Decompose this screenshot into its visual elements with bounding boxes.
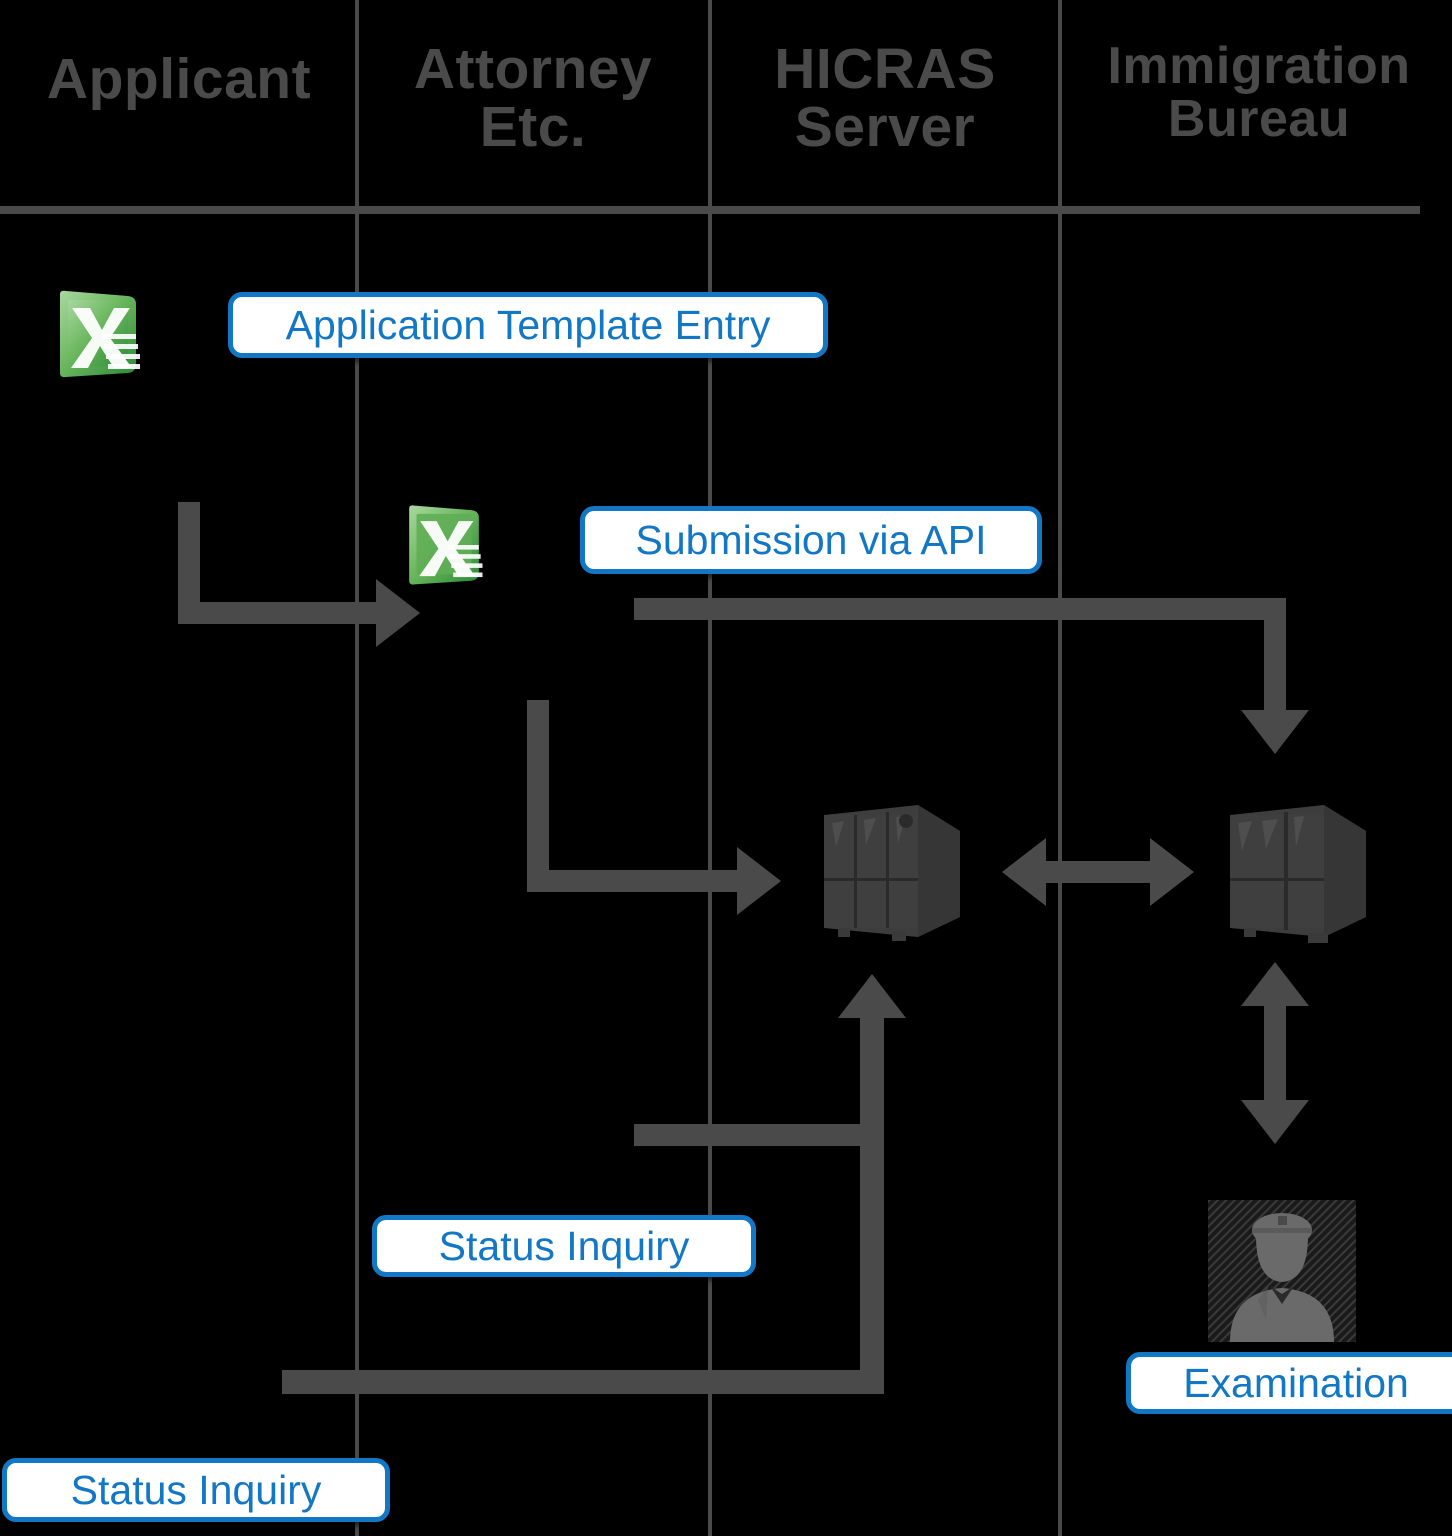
callout-status-inquiry-attorney[interactable]: Status Inquiry — [372, 1215, 756, 1277]
arrow-head-attorney-to-hicras — [737, 847, 781, 915]
connector-applicant-to-attorney-horizontal — [178, 602, 376, 624]
server-rack-icon-hicras — [810, 795, 968, 945]
connector-attorney-to-hicras-horizontal — [527, 870, 737, 892]
arrow-head-status-inquiry-to-hicras — [838, 974, 906, 1018]
server-rack-icon-bureau — [1216, 795, 1374, 945]
connector-status-inquiry-vertical — [860, 1014, 884, 1386]
connector-applicant-inquiry-horizontal — [282, 1370, 884, 1394]
excel-spreadsheet-icon-applicant — [50, 288, 146, 380]
lane-title-hicras: HICRAS Server — [774, 37, 996, 160]
lane-title-applicant: Applicant — [46, 47, 312, 111]
lane-title-attorney: Attorney Etc. — [413, 37, 653, 160]
callout-status-inquiry-applicant[interactable]: Status Inquiry — [2, 1458, 390, 1522]
header-separator-rule — [0, 206, 1420, 214]
lane-divider-2 — [708, 0, 712, 1536]
lane-divider-3 — [1058, 0, 1062, 1536]
diagram-canvas: Applicant Attorney Etc. HICRAS Server Im… — [0, 0, 1452, 1536]
connector-hicras-bureau-sync-bar — [1040, 861, 1158, 883]
connector-bureau-officer-bar — [1264, 1000, 1286, 1110]
arrow-head-sync-left — [1002, 838, 1046, 906]
arrow-head-sync-right — [1150, 838, 1194, 906]
arrow-head-bureau-officer-down — [1241, 1100, 1309, 1144]
connector-attorney-to-bureau-vertical — [1264, 598, 1286, 710]
connector-attorney-inquiry-horizontal — [634, 1124, 884, 1146]
arrow-head-attorney-to-bureau — [1241, 710, 1309, 754]
callout-submission-via-api[interactable]: Submission via API — [580, 506, 1042, 574]
immigration-officer-icon — [1208, 1200, 1356, 1342]
lane-title-immigration: Immigration Bureau — [1107, 37, 1411, 149]
excel-spreadsheet-icon-attorney — [400, 500, 488, 590]
connector-attorney-to-hicras-vertical — [527, 700, 549, 892]
connector-attorney-to-bureau-horizontal — [634, 598, 1286, 620]
callout-examination[interactable]: Examination — [1126, 1352, 1452, 1414]
arrow-head-bureau-officer-up — [1241, 962, 1309, 1006]
lane-divider-1 — [355, 0, 359, 1536]
callout-application-template-entry[interactable]: Application Template Entry — [228, 292, 828, 358]
